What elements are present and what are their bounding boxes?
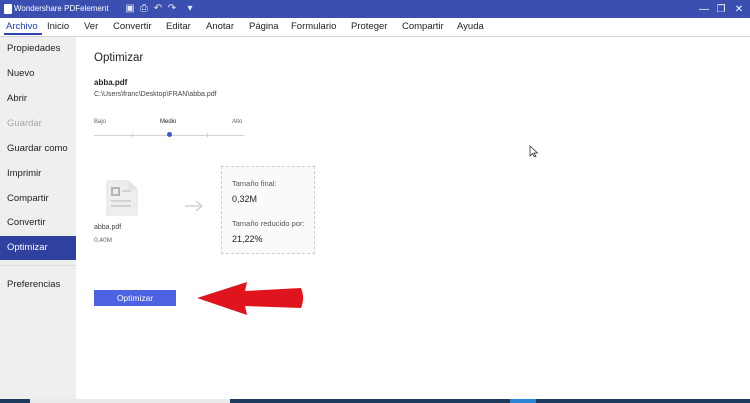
redo-icon[interactable]: ↷ [166,3,178,15]
reduced-by-label: Tamaño reducido por: [232,219,305,228]
file-name: abba.pdf [94,78,128,87]
taskbar-active-app[interactable] [510,399,536,403]
pdf-document-icon [106,180,138,216]
menu-ver[interactable]: Ver [84,21,98,32]
save-icon[interactable]: ▣ [124,3,136,15]
app-logo-icon [4,4,12,14]
menu-bar: Archivo Inicio Ver Convertir Editar Anot… [0,18,750,37]
menu-pagina[interactable]: Página [249,21,279,32]
menu-anotar[interactable]: Anotar [206,21,234,32]
menu-editar[interactable]: Editar [166,21,191,32]
customize-toolbar-icon[interactable]: ▾ [184,3,196,15]
sidebar-item-optimizar[interactable]: Optimizar [0,236,76,260]
quality-label-high[interactable]: Alto [232,119,242,125]
final-size-value: 0,32M [232,194,258,204]
menu-inicio[interactable]: Inicio [47,21,69,32]
optimize-button[interactable]: Optimizar [94,290,176,306]
menu-formulario[interactable]: Formulario [291,21,336,32]
sidebar-item-abrir[interactable]: Abrir [0,87,76,111]
sidebar-item-convertir[interactable]: Convertir [0,211,76,235]
red-annotation-arrow-icon [197,282,303,315]
file-path: C:\Users\franc\Desktop\FRAN\abba.pdf [94,91,217,98]
active-menu-indicator [4,33,42,35]
original-file-name: abba.pdf [94,224,122,231]
maximize-icon[interactable]: ❐ [714,2,728,16]
sidebar-item-nuevo[interactable]: Nuevo [0,62,76,86]
menu-compartir[interactable]: Compartir [402,21,444,32]
menu-archivo[interactable]: Archivo [6,21,38,32]
close-icon[interactable]: ✕ [732,2,746,16]
minimize-icon[interactable]: — [697,2,711,16]
print-icon[interactable]: ⎙ [138,3,150,15]
quality-slider-tick [132,133,133,137]
quality-label-low[interactable]: Bajo [94,119,106,125]
menu-proteger[interactable]: Proteger [351,21,387,32]
quality-slider-handle[interactable] [167,132,172,137]
sidebar: Propiedades Nuevo Abrir Guardar Guardar … [0,37,76,399]
original-file-size: 0,40M [94,237,113,244]
quality-slider-tick [207,133,208,137]
menu-ayuda[interactable]: Ayuda [457,21,484,32]
arrow-right-icon [185,200,204,212]
sidebar-item-propiedades[interactable]: Propiedades [0,37,76,61]
taskbar-search[interactable] [30,399,230,403]
undo-icon[interactable]: ↶ [152,3,164,15]
sidebar-item-imprimir[interactable]: Imprimir [0,162,76,186]
menu-convertir[interactable]: Convertir [113,21,152,32]
sidebar-item-preferencias[interactable]: Preferencias [0,273,76,297]
os-taskbar [0,399,750,403]
title-bar: Wondershare PDFelement ▣ ⎙ ↶ ↷ ▾ — ❐ ✕ [0,0,750,18]
sidebar-item-guardar: Guardar [7,118,42,129]
sidebar-divider [0,265,76,266]
page-title: Optimizar [94,52,144,64]
reduced-by-value: 21,22% [232,234,263,244]
mouse-cursor-icon [529,145,539,158]
final-size-label: Tamaño final: [232,179,277,188]
quality-label-mid[interactable]: Medio [160,119,176,125]
app-title: Wondershare PDFelement [14,4,109,13]
sidebar-item-compartir[interactable]: Compartir [0,187,76,211]
sidebar-item-guardar-como[interactable]: Guardar como [0,137,76,161]
